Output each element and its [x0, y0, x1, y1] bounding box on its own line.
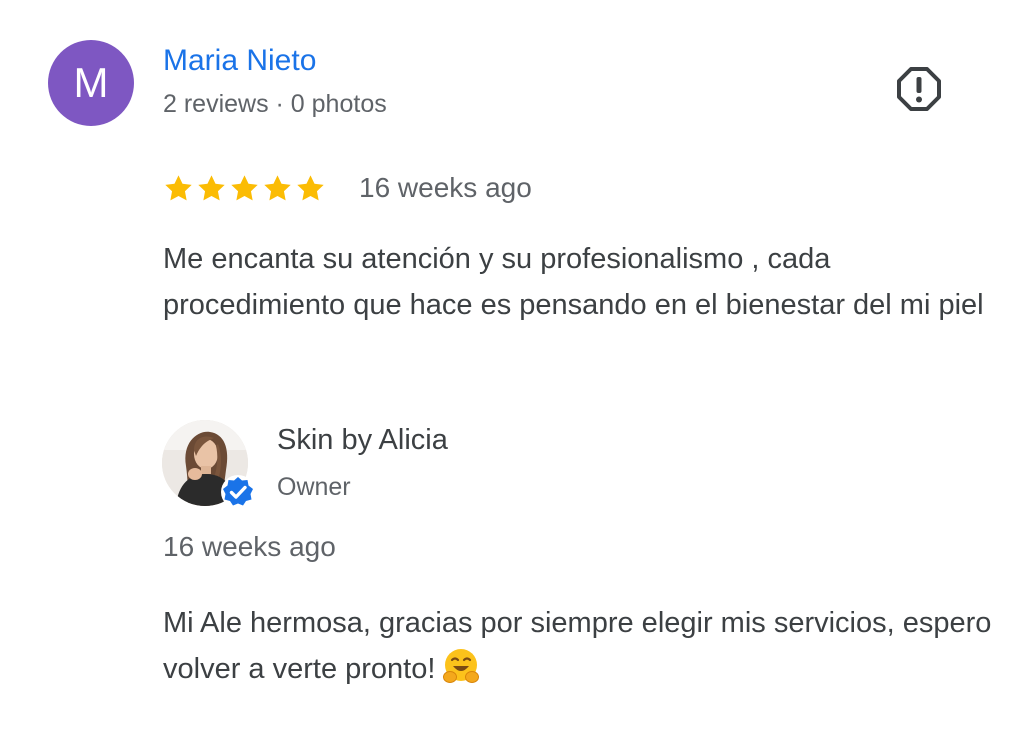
star-icon [198, 174, 225, 200]
reviewer-avatar-letter: M [73, 59, 109, 106]
owner-name[interactable]: Skin by Alicia [277, 424, 448, 457]
reviewer-meta: 2 reviews · 0 photos [163, 90, 387, 118]
rating-row: 16 weeks ago [163, 168, 532, 208]
reply-text-block: Mi Ale hermosa, gracias por siempre eleg… [163, 600, 993, 692]
star-icon [165, 174, 192, 200]
reviewer-avatar[interactable]: M [48, 40, 134, 126]
reviewer-name-link[interactable]: Maria Nieto [163, 44, 316, 78]
reply-date: 16 weeks ago [163, 531, 336, 562]
review-text: Me encanta su atención y su profesionali… [163, 243, 984, 321]
review-date: 16 weeks ago [359, 172, 532, 203]
smiling-face-with-open-hands-emoji [443, 649, 480, 683]
verified-badge-icon [221, 475, 255, 509]
star-icon [231, 174, 258, 200]
star-icon [297, 174, 324, 200]
star-icon [264, 174, 291, 200]
reply-text: Mi Ale hermosa, gracias por siempre eleg… [163, 607, 992, 685]
report-flag-icon [897, 67, 941, 111]
report-review-button[interactable] [896, 66, 942, 112]
star-rating [163, 173, 326, 204]
owner-role-label: Owner [277, 473, 351, 501]
